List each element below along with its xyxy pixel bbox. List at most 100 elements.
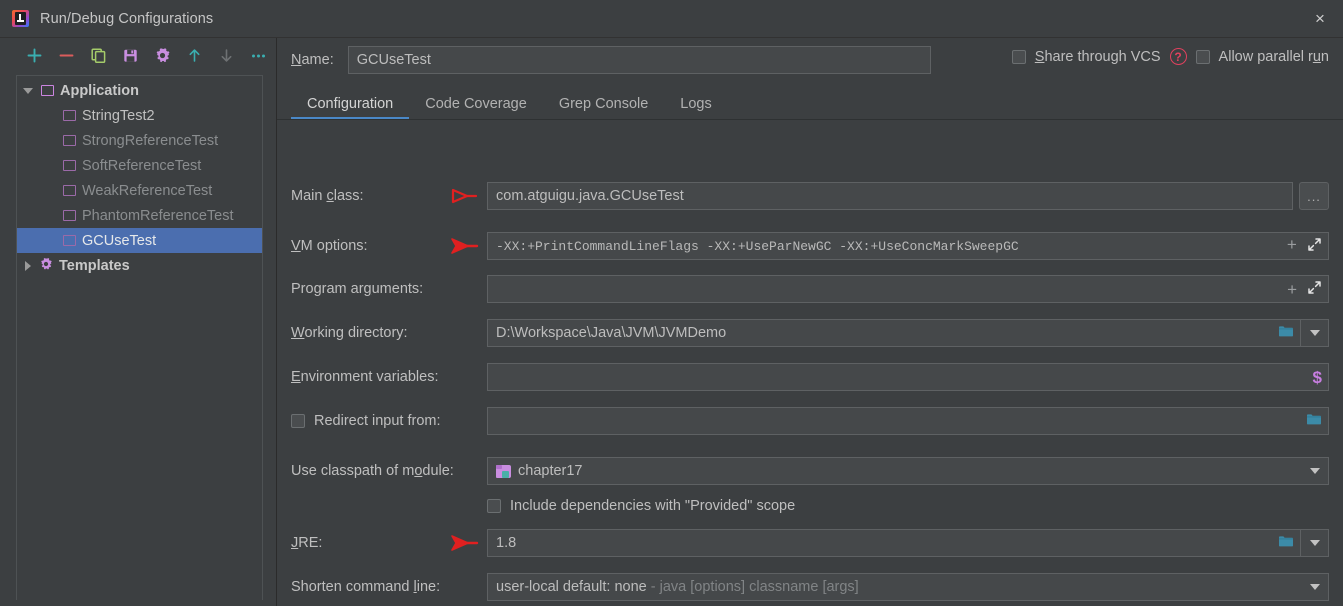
red-arrow-marker <box>449 186 479 206</box>
configuration-editor-panel: Name: GCUseTest Share through VCS ? Allo… <box>277 38 1343 606</box>
configurations-tree[interactable]: Application StringTest2 StrongReferenceT… <box>16 75 263 600</box>
include-provided-checkbox[interactable] <box>487 499 501 513</box>
allow-parallel-run-label[interactable]: Allow parallel run <box>1219 49 1329 65</box>
title-bar: Run/Debug Configurations × <box>0 0 1343 38</box>
chevron-right-icon[interactable] <box>25 260 31 271</box>
main-class-input[interactable]: com.atguigu.java.GCUseTest <box>487 182 1293 210</box>
vm-options-input[interactable]: -XX:+PrintCommandLineFlags -XX:+UseParNe… <box>487 232 1329 260</box>
add-macro-icon[interactable]: + <box>1287 238 1297 255</box>
tab-code-coverage[interactable]: Code Coverage <box>409 96 543 120</box>
close-icon[interactable]: × <box>1297 0 1343 38</box>
folder-icon[interactable] <box>1306 412 1322 430</box>
shorten-command-line-hint: - java [options] classname [args] <box>646 579 859 595</box>
expand-arrows-icon[interactable] <box>1307 280 1322 299</box>
classpath-module-value: chapter17 <box>518 463 583 479</box>
shorten-command-line-value: user-local default: none <box>496 579 647 595</box>
name-input[interactable]: GCUseTest <box>347 46 931 74</box>
tab-logs[interactable]: Logs <box>664 96 727 120</box>
tab-grep-console[interactable]: Grep Console <box>543 96 664 120</box>
application-icon <box>63 185 76 196</box>
share-through-vcs-label[interactable]: Share through VCS <box>1035 49 1161 65</box>
expand-arrows-icon[interactable] <box>1307 237 1322 256</box>
jre-input[interactable]: 1.8 <box>487 529 1301 557</box>
share-through-vcs-checkbox[interactable] <box>1011 49 1026 64</box>
vm-options-row: VM options: -XX:+PrintCommandLineFlags -… <box>291 231 1329 261</box>
allow-parallel-run-checkbox[interactable] <box>1195 49 1210 64</box>
redirect-input-label[interactable]: Redirect input from: <box>314 413 441 429</box>
help-circle-icon[interactable]: ? <box>1169 48 1187 65</box>
redirect-input-label-group: Redirect input from: <box>291 413 487 429</box>
classpath-module-row: Use classpath of module: chapter17 <box>291 456 1329 486</box>
tree-item-strongreferencetest[interactable]: StrongReferenceTest <box>17 128 262 153</box>
save-configuration-button[interactable] <box>114 41 146 69</box>
redirect-input-checkbox[interactable] <box>291 414 305 428</box>
include-provided-label[interactable]: Include dependencies with "Provided" sco… <box>510 498 795 514</box>
jre-value: 1.8 <box>496 535 517 551</box>
red-arrow-marker <box>449 533 479 553</box>
gear-icon[interactable] <box>146 41 178 69</box>
tree-group-templates[interactable]: Templates <box>17 253 262 278</box>
classpath-module-label: Use classpath of module: <box>291 463 454 479</box>
chevron-down-icon[interactable] <box>23 87 33 94</box>
main-class-browse-button[interactable]: ... <box>1299 182 1329 210</box>
folder-icon[interactable] <box>1278 534 1294 552</box>
copy-configuration-button[interactable] <box>82 41 114 69</box>
tree-item-phantomreferencetest[interactable]: PhantomReferenceTest <box>17 203 262 228</box>
remove-configuration-button[interactable] <box>50 41 82 69</box>
working-directory-input[interactable]: D:\Workspace\Java\JVM\JVMDemo <box>487 319 1301 347</box>
program-arguments-input[interactable]: + <box>487 275 1329 303</box>
program-arguments-label: Program arguments: <box>291 281 424 297</box>
add-macro-icon[interactable]: + <box>1287 281 1297 298</box>
name-row: Name: GCUseTest Share through VCS ? Allo… <box>277 42 1343 78</box>
editor-tabs: Configuration Code Coverage Grep Console… <box>277 86 1343 120</box>
folder-icon[interactable] <box>1278 324 1294 342</box>
tree-item-weakreferencetest[interactable]: WeakReferenceTest <box>17 178 262 203</box>
main-class-value: com.atguigu.java.GCUseTest <box>496 188 684 204</box>
tree-item-label: WeakReferenceTest <box>82 182 213 199</box>
chevron-down-icon <box>1309 330 1320 336</box>
tree-group-application[interactable]: Application <box>17 78 262 103</box>
dialog-body: Application StringTest2 StrongReferenceT… <box>0 38 1343 606</box>
move-up-button[interactable] <box>178 41 210 69</box>
gear-icon <box>39 257 53 275</box>
tree-item-softreferencetest[interactable]: SoftReferenceTest <box>17 153 262 178</box>
working-directory-row: Working directory: D:\Workspace\Java\JVM… <box>291 318 1329 348</box>
environment-variables-label: Environment variables: <box>291 369 439 385</box>
shorten-command-line-label: Shorten command line: <box>291 579 441 595</box>
chevron-down-icon <box>1309 540 1320 546</box>
classpath-module-select[interactable]: chapter17 <box>487 457 1329 485</box>
shorten-command-line-row: Shorten command line: user-local default… <box>291 572 1329 602</box>
run-debug-configurations-dialog: Run/Debug Configurations × Application S… <box>0 0 1343 606</box>
more-options-button[interactable] <box>242 41 274 69</box>
vcs-options: Share through VCS ? Allow parallel run <box>1011 48 1329 65</box>
tree-item-label: SoftReferenceTest <box>82 157 202 174</box>
jre-dropdown-button[interactable] <box>1301 529 1329 557</box>
working-directory-dropdown-button[interactable] <box>1301 319 1329 347</box>
configurations-toolbar <box>0 38 276 72</box>
application-icon <box>63 235 76 246</box>
main-class-row: Main class: com.atguigu.java.GCUseTest .… <box>291 181 1329 211</box>
environment-variables-input[interactable]: $ <box>487 363 1329 391</box>
tree-item-label: StrongReferenceTest <box>82 132 219 149</box>
dollar-macro-icon[interactable]: $ <box>1313 369 1322 386</box>
move-down-button[interactable] <box>210 41 242 69</box>
application-icon <box>63 160 76 171</box>
tab-configuration[interactable]: Configuration <box>291 96 410 120</box>
tree-group-label: Application <box>60 82 139 99</box>
tree-item-label: GCUseTest <box>82 232 157 249</box>
chevron-down-icon <box>1310 468 1320 474</box>
application-icon <box>63 210 76 221</box>
include-provided-row: Include dependencies with "Provided" sco… <box>487 498 795 514</box>
configuration-form: Main class: com.atguigu.java.GCUseTest .… <box>277 126 1343 606</box>
chevron-down-icon <box>1310 584 1320 590</box>
tree-item-gcusetest[interactable]: GCUseTest <box>17 228 262 253</box>
shorten-command-line-select[interactable]: user-local default: none - java [options… <box>487 573 1329 601</box>
application-icon <box>63 135 76 146</box>
tree-item-stringtest2[interactable]: StringTest2 <box>17 103 262 128</box>
redirect-input-field[interactable] <box>487 407 1329 435</box>
program-arguments-row: Program arguments: + <box>291 274 1329 304</box>
window-title: Run/Debug Configurations <box>40 10 214 27</box>
jre-row: JRE: 1.8 <box>291 528 1329 558</box>
add-configuration-button[interactable] <box>18 41 50 69</box>
name-label: Name: <box>291 52 334 68</box>
